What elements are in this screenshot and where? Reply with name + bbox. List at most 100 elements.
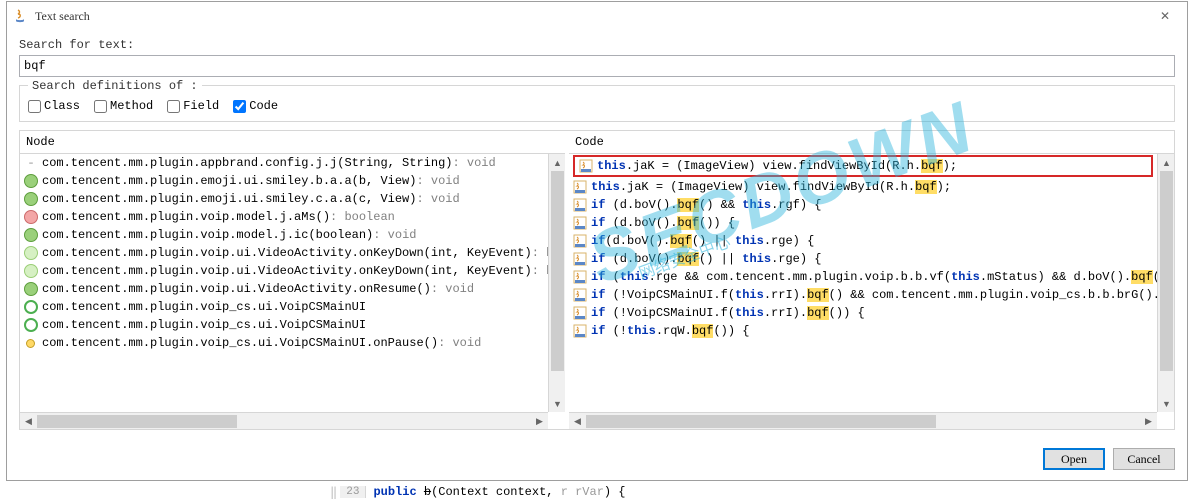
node-signature: com.tencent.mm.plugin.voip_cs.ui.VoipCSM…	[42, 318, 366, 332]
node-row[interactable]: com.tencent.mm.plugin.voip.model.j.aMs()…	[20, 208, 548, 226]
node-signature: com.tencent.mm.plugin.voip_cs.ui.VoipCSM…	[42, 336, 438, 350]
code-text: if (d.boV().bqf() && this.rgf) {	[591, 198, 821, 212]
java-file-icon	[573, 234, 587, 248]
override-icon	[24, 337, 37, 350]
node-return: : void	[431, 282, 474, 296]
method-icon	[24, 282, 38, 296]
node-row[interactable]: –com.tencent.mm.plugin.appbrand.config.j…	[20, 154, 548, 172]
method-icon	[24, 174, 38, 188]
code-text: if (!VoipCSMainUI.f(this.rrI).bqf()) {	[591, 306, 865, 320]
scroll-down-icon[interactable]: ▼	[1158, 395, 1174, 412]
titlebar[interactable]: Text search ✕	[7, 2, 1187, 30]
node-row[interactable]: com.tencent.mm.plugin.voip_cs.ui.VoipCSM…	[20, 298, 548, 316]
dash-icon: –	[24, 156, 38, 170]
node-row[interactable]: com.tencent.mm.plugin.voip.ui.VideoActiv…	[20, 280, 548, 298]
node-row[interactable]: com.tencent.mm.plugin.voip_cs.ui.VoipCSM…	[20, 316, 548, 334]
code-row[interactable]: if (this.rge && com.tencent.mm.plugin.vo…	[569, 268, 1157, 286]
line-number: 23	[340, 486, 366, 498]
code-row[interactable]: if (d.boV().bqf() && this.rgf) {	[569, 196, 1157, 214]
code-text: if (d.boV().bqf() || this.rge) {	[591, 252, 821, 266]
field-icon	[24, 210, 38, 224]
scroll-left-icon[interactable]: ◀	[569, 413, 586, 429]
dialog-buttons: Open Cancel	[1043, 448, 1175, 470]
code-row[interactable]: this.jaK = (ImageView) view.findViewById…	[573, 155, 1153, 177]
node-return: : void	[416, 192, 459, 206]
method-icon	[24, 246, 38, 260]
code-list[interactable]: this.jaK = (ImageView) view.findViewById…	[569, 154, 1157, 412]
node-row[interactable]: com.tencent.mm.plugin.voip.ui.VideoActiv…	[20, 244, 548, 262]
checkbox-method[interactable]: Method	[94, 99, 153, 113]
method-icon	[24, 192, 38, 206]
scroll-up-icon[interactable]: ▲	[1158, 154, 1174, 171]
search-label: Search for text:	[19, 38, 1175, 52]
class-icon	[24, 300, 38, 314]
code-scrollbar-h[interactable]: ◀ ▶	[569, 412, 1157, 429]
node-row[interactable]: com.tencent.mm.plugin.emoji.ui.smiley.c.…	[20, 190, 548, 208]
node-return: : void	[373, 228, 416, 242]
checkbox-class[interactable]: Class	[28, 99, 80, 113]
node-return: : boolean	[532, 264, 548, 278]
checkbox-code[interactable]: Code	[233, 99, 278, 113]
node-signature: com.tencent.mm.plugin.voip_cs.ui.VoipCSM…	[42, 300, 366, 314]
node-list[interactable]: –com.tencent.mm.plugin.appbrand.config.j…	[20, 154, 548, 412]
dialog-content: Search for text: Search definitions of :…	[7, 30, 1187, 436]
node-scrollbar-h[interactable]: ◀ ▶	[20, 412, 548, 429]
code-row[interactable]: if (d.boV().bqf()) {	[569, 214, 1157, 232]
definitions-group: Search definitions of : Class Method Fie…	[19, 85, 1175, 122]
node-return: : void	[416, 174, 459, 188]
java-file-icon	[573, 270, 587, 284]
scroll-thumb-v[interactable]	[551, 171, 564, 371]
node-row[interactable]: com.tencent.mm.plugin.voip.ui.VideoActiv…	[20, 262, 548, 280]
node-row[interactable]: com.tencent.mm.plugin.emoji.ui.smiley.b.…	[20, 172, 548, 190]
cancel-button[interactable]: Cancel	[1113, 448, 1175, 470]
code-scrollbar-v[interactable]: ▲ ▼	[1157, 154, 1174, 412]
node-header: Node	[20, 131, 565, 154]
java-icon	[13, 8, 29, 24]
scroll-thumb-v[interactable]	[1160, 171, 1173, 371]
scroll-down-icon[interactable]: ▼	[549, 395, 565, 412]
scroll-right-icon[interactable]: ▶	[1140, 413, 1157, 429]
code-row[interactable]: if (!VoipCSMainUI.f(this.rrI).bqf() && c…	[569, 286, 1157, 304]
node-row[interactable]: com.tencent.mm.plugin.voip_cs.ui.VoipCSM…	[20, 334, 548, 352]
node-return: : void	[452, 156, 495, 170]
checkbox-field[interactable]: Field	[167, 99, 219, 113]
scroll-right-icon[interactable]: ▶	[531, 413, 548, 429]
code-row[interactable]: if (d.boV().bqf() || this.rge) {	[569, 250, 1157, 268]
java-file-icon	[579, 159, 593, 173]
code-row[interactable]: if (!this.rqW.bqf()) {	[569, 322, 1157, 340]
code-text: if(d.boV().bqf() || this.rge) {	[591, 234, 814, 248]
java-file-icon	[573, 288, 587, 302]
node-return: : boolean	[532, 246, 548, 260]
window-title: Text search	[35, 9, 1147, 24]
node-row[interactable]: com.tencent.mm.plugin.voip.model.j.ic(bo…	[20, 226, 548, 244]
editor-strip: ‖ 23 public b(Context context, r rVar) {	[330, 484, 626, 500]
node-signature: com.tencent.mm.plugin.voip.ui.VideoActiv…	[42, 282, 431, 296]
code-text: this.jaK = (ImageView) view.findViewById…	[591, 180, 951, 194]
code-row[interactable]: if (!VoipCSMainUI.f(this.rrI).bqf()) {	[569, 304, 1157, 322]
node-signature: com.tencent.mm.plugin.voip.ui.VideoActiv…	[42, 264, 532, 278]
method-icon	[24, 228, 38, 242]
node-signature: com.tencent.mm.plugin.voip.model.j.aMs()	[42, 210, 330, 224]
node-return: : boolean	[330, 210, 395, 224]
code-header: Code	[569, 131, 1174, 154]
results-split: Node –com.tencent.mm.plugin.appbrand.con…	[19, 130, 1175, 430]
scroll-thumb-h[interactable]	[586, 415, 936, 428]
code-text: if (this.rge && com.tencent.mm.plugin.vo…	[591, 270, 1157, 284]
close-icon[interactable]: ✕	[1147, 4, 1183, 28]
open-button[interactable]: Open	[1043, 448, 1105, 470]
definitions-legend: Search definitions of :	[28, 79, 202, 93]
java-file-icon	[573, 306, 587, 320]
java-file-icon	[573, 324, 587, 338]
node-return: : void	[438, 336, 481, 350]
java-file-icon	[573, 180, 587, 194]
java-file-icon	[573, 198, 587, 212]
search-input[interactable]	[19, 55, 1175, 77]
scroll-thumb-h[interactable]	[37, 415, 237, 428]
node-signature: com.tencent.mm.plugin.voip.ui.VideoActiv…	[42, 246, 532, 260]
code-row[interactable]: if(d.boV().bqf() || this.rge) {	[569, 232, 1157, 250]
node-scrollbar-v[interactable]: ▲ ▼	[548, 154, 565, 412]
scroll-up-icon[interactable]: ▲	[549, 154, 565, 171]
class-icon	[24, 318, 38, 332]
code-row[interactable]: this.jaK = (ImageView) view.findViewById…	[569, 178, 1157, 196]
scroll-left-icon[interactable]: ◀	[20, 413, 37, 429]
